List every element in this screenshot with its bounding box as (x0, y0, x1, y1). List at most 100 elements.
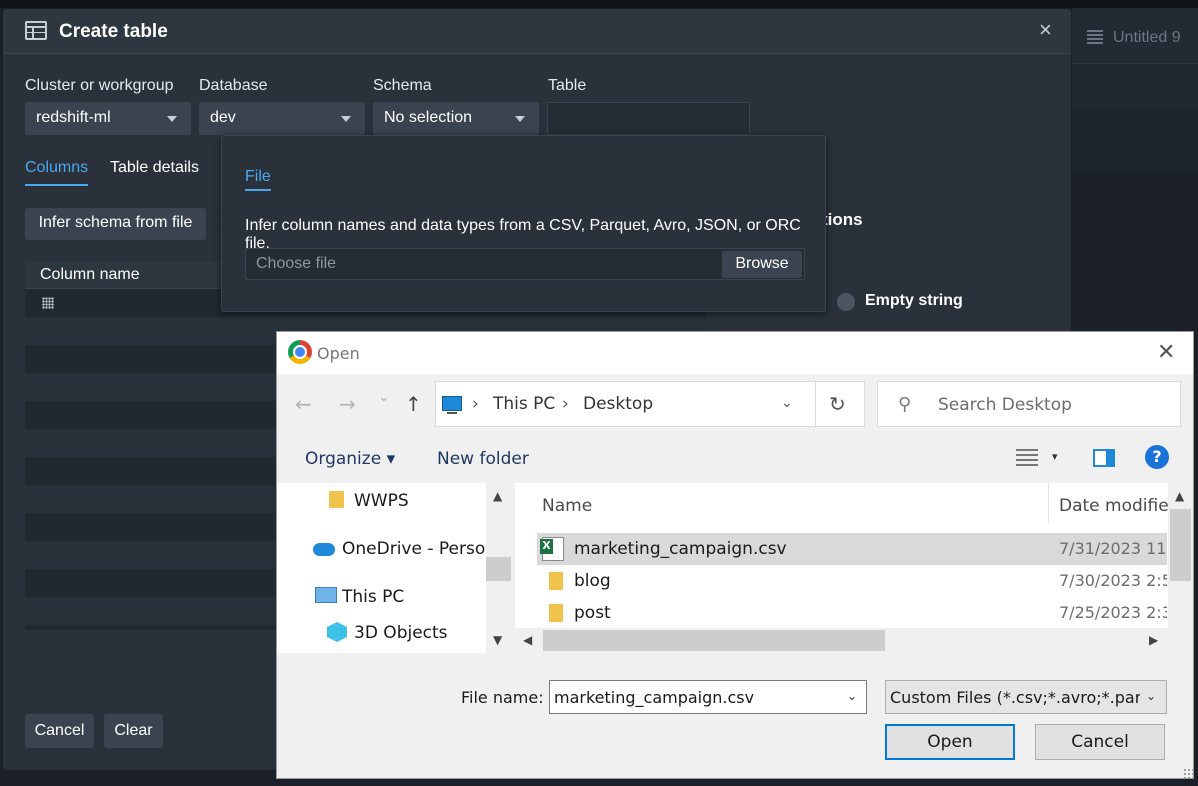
dialog-cancel-button[interactable]: Cancel (1035, 724, 1165, 760)
scrollbar-thumb[interactable] (1170, 509, 1191, 581)
modal-title: Create table (59, 21, 168, 42)
file-date: 7/31/2023 11: (1059, 539, 1167, 558)
file-type-select[interactable]: Custom Files (*.csv;*.avro;*.parc ⌄ (885, 680, 1167, 714)
preview-pane-icon[interactable] (1093, 449, 1115, 467)
empty-string-radio[interactable] (837, 293, 855, 311)
organize-menu[interactable]: Organize ▾ (305, 449, 395, 469)
dialog-close-icon[interactable]: ✕ (1157, 340, 1175, 365)
file-list-vertical-scrollbar[interactable]: ▲ (1168, 483, 1193, 653)
navigation-pane: WWPS OneDrive - Person This PC 3D Object… (277, 483, 511, 653)
3d-objects-icon (327, 622, 347, 642)
breadcrumb-desktop[interactable]: Desktop (583, 394, 653, 414)
view-dropdown-icon[interactable]: ▾ (1052, 450, 1058, 463)
popover-arrow (208, 210, 221, 230)
open-file-dialog: Open ✕ ← → ⌄ ↑ › This PC › Desktop ⌄ ↻ ⚲… (276, 331, 1194, 779)
this-pc-icon (315, 587, 337, 603)
editor-tab-untitled[interactable]: Untitled 9 (1072, 8, 1198, 64)
cluster-label: Cluster or workgroup (25, 77, 174, 94)
dialog-title: Open (317, 344, 360, 363)
schema-select[interactable]: No selection (373, 102, 539, 135)
chevron-down-icon (341, 116, 351, 122)
table-icon (25, 21, 47, 40)
chrome-icon (288, 340, 312, 364)
scroll-down-icon[interactable]: ▼ (493, 633, 502, 647)
column-header-name[interactable]: Name (542, 496, 592, 516)
empty-string-label: Empty string (865, 292, 963, 309)
folder-icon (329, 491, 344, 508)
search-placeholder: Search Desktop (938, 395, 1072, 415)
refresh-icon[interactable]: ↻ (829, 392, 846, 416)
chevron-down-icon: ⌄ (1146, 689, 1157, 703)
tab-columns[interactable]: Columns (25, 159, 89, 186)
grid-row-icon (42, 297, 54, 309)
infer-schema-button[interactable]: Infer schema from file (25, 208, 206, 240)
this-pc-icon (442, 396, 462, 414)
file-name-value: marketing_campaign.csv (554, 688, 755, 707)
database-label: Database (199, 77, 268, 94)
file-type-value: Custom Files (*.csv;*.avro;*.parc (890, 688, 1140, 707)
file-date: 7/30/2023 2:5 (1059, 571, 1167, 590)
chevron-down-icon (515, 116, 525, 122)
back-arrow-icon[interactable]: ← (295, 392, 312, 416)
nav-item-onedrive[interactable]: OneDrive - Person (342, 539, 496, 559)
help-icon[interactable]: ? (1145, 445, 1169, 469)
chevron-down-icon (167, 116, 177, 122)
new-folder-button[interactable]: New folder (437, 449, 529, 469)
file-row-blog[interactable]: blog 7/30/2023 2:5 (537, 565, 1167, 597)
nav-item-wwps[interactable]: WWPS (354, 491, 409, 511)
scroll-up-icon[interactable]: ▲ (1175, 489, 1184, 503)
breadcrumb-separator: › (472, 394, 479, 414)
address-bar[interactable]: › This PC › Desktop ⌄ ↻ (435, 381, 865, 427)
file-name-label: File name: (461, 688, 544, 707)
modal-close-icon[interactable]: × (1039, 19, 1052, 41)
cluster-select-value: redshift-ml (36, 109, 111, 126)
choose-file-field[interactable]: Choose file Browse (245, 248, 805, 280)
csv-file-icon (540, 537, 564, 561)
chevron-down-icon[interactable]: ⌄ (847, 689, 857, 703)
infer-schema-popover: File Infer column names and data types f… (221, 135, 826, 312)
address-dropdown-icon[interactable]: ⌄ (781, 395, 793, 411)
database-select[interactable]: dev (199, 102, 365, 135)
tab-table-details[interactable]: Table details (110, 159, 199, 177)
folder-icon (549, 572, 563, 590)
file-name-input[interactable]: marketing_campaign.csv ⌄ (549, 680, 867, 714)
file-row-post[interactable]: post 7/25/2023 2:3 (537, 597, 1167, 629)
search-icon: ⚲ (898, 394, 912, 415)
resize-grip-icon[interactable] (1183, 768, 1193, 778)
onedrive-icon (313, 543, 335, 556)
scroll-left-icon[interactable]: ◀ (523, 633, 532, 647)
file-name: blog (574, 571, 611, 591)
editor-tab-label: Untitled 9 (1113, 29, 1181, 46)
nav-pane-scrollbar[interactable]: ▲ ▼ (486, 483, 511, 653)
nav-item-this-pc[interactable]: This PC (342, 587, 404, 607)
file-row-marketing-campaign[interactable]: marketing_campaign.csv 7/31/2023 11: (537, 533, 1167, 565)
schema-label: Schema (373, 77, 432, 94)
file-list-horizontal-scrollbar[interactable]: ◀ ▶ (515, 628, 1168, 653)
nav-item-3d-objects[interactable]: 3D Objects (354, 623, 448, 643)
top-bar (0, 0, 1198, 8)
browse-button[interactable]: Browse (722, 251, 802, 278)
column-header-date-modified[interactable]: Date modified (1059, 496, 1179, 516)
database-select-value: dev (210, 109, 236, 126)
folder-icon (549, 604, 563, 622)
cluster-select[interactable]: redshift-ml (25, 102, 191, 135)
forward-arrow-icon[interactable]: → (339, 392, 356, 416)
scroll-right-icon[interactable]: ▶ (1149, 633, 1158, 647)
search-desktop-input[interactable]: ⚲ Search Desktop (877, 381, 1181, 427)
up-arrow-icon[interactable]: ↑ (405, 392, 422, 416)
breadcrumb-this-pc[interactable]: This PC (493, 394, 555, 414)
clear-button[interactable]: Clear (104, 714, 163, 748)
scrollbar-thumb[interactable] (486, 557, 511, 581)
file-date: 7/25/2023 2:3 (1059, 603, 1167, 622)
scroll-up-icon[interactable]: ▲ (493, 489, 502, 503)
recent-locations-icon[interactable]: ⌄ (378, 389, 390, 405)
cancel-button[interactable]: Cancel (25, 714, 94, 748)
table-name-input[interactable] (547, 102, 750, 135)
open-button[interactable]: Open (885, 724, 1015, 760)
breadcrumb-separator: › (562, 394, 569, 414)
view-details-icon[interactable] (1016, 449, 1038, 467)
tab-file[interactable]: File (245, 168, 271, 191)
column-divider[interactable] (1048, 483, 1049, 523)
editor-tab-icon (1087, 30, 1103, 44)
scrollbar-thumb[interactable] (543, 630, 885, 651)
